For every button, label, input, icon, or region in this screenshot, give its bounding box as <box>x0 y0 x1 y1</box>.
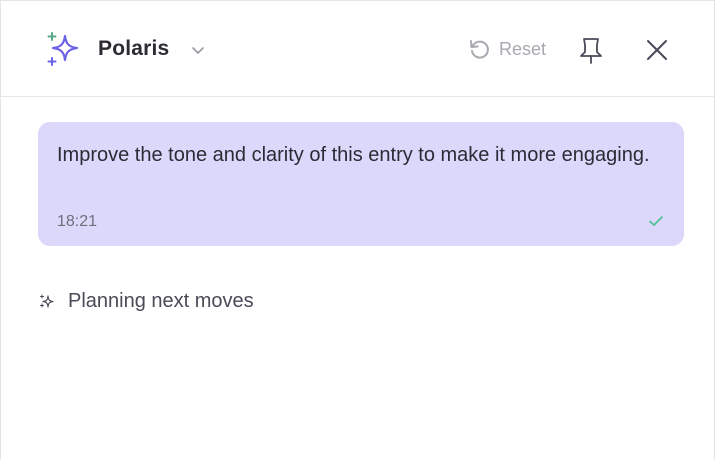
assistant-panel: Polaris Reset Improve the tone and clari… <box>0 0 715 460</box>
status-text: Planning next moves <box>68 290 254 312</box>
status-indicator: Planning next moves <box>39 287 254 315</box>
message-timestamp: 18:21 <box>57 213 98 230</box>
message-text: Improve the tone and clarity of this ent… <box>57 144 650 166</box>
assistant-name: Polaris <box>98 37 170 60</box>
pin-icon[interactable] <box>577 35 605 65</box>
check-icon <box>649 216 663 226</box>
sparkle-icon <box>47 32 79 66</box>
undo-icon <box>470 40 489 59</box>
close-icon[interactable] <box>643 36 671 64</box>
chevron-down-icon[interactable] <box>190 42 206 58</box>
reset-button[interactable]: Reset <box>467 35 546 63</box>
user-message: Improve the tone and clarity of this ent… <box>38 122 684 246</box>
sparkle-icon <box>40 294 54 308</box>
reset-label: Reset <box>499 39 547 59</box>
panel-header: Polaris Reset <box>1 1 715 97</box>
